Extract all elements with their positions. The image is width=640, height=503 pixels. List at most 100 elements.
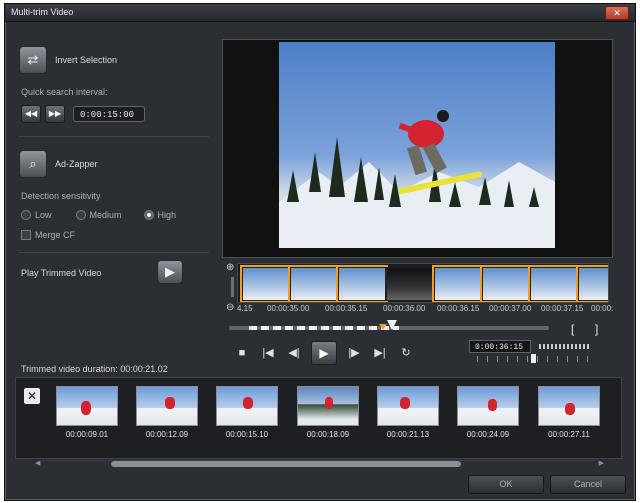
zoom-slider[interactable] — [231, 277, 234, 297]
ruler-time: 4.15 — [237, 304, 253, 313]
play-button[interactable]: ▶ — [311, 341, 337, 365]
detection-sensitivity-label: Detection sensitivity — [21, 191, 101, 201]
multi-trim-window: Multi-trim Video ✕ ⇄ Invert Selection Qu… — [4, 3, 636, 501]
clips-scrollbar[interactable]: ◀ ▶ — [35, 460, 604, 467]
zoom-out-icon[interactable]: ⊖ — [226, 302, 234, 313]
ok-button[interactable]: OK — [468, 475, 544, 494]
radio-high[interactable] — [143, 210, 154, 220]
trimmed-segments — [249, 326, 399, 330]
invert-selection-icon[interactable]: ⇄ — [19, 46, 47, 74]
clip-item[interactable]: 00:00:12.09 — [136, 386, 198, 439]
filmstrip-frame[interactable] — [432, 265, 484, 302]
ruler-time: 00:00:35.00 — [267, 304, 310, 313]
clip-item[interactable]: 00:00:21.13 — [377, 386, 439, 439]
clip-time: 00:00:24.09 — [466, 430, 510, 439]
cancel-button[interactable]: Cancel — [550, 475, 626, 494]
ad-zapper-row[interactable]: ⌕ Ad-Zapper — [19, 150, 98, 178]
clips-scrollbar-thumb[interactable] — [111, 461, 461, 467]
merge-cf-label: Merge CF — [35, 230, 76, 240]
zoom-in-icon[interactable]: ⊕ — [226, 262, 234, 273]
merge-cf-checkbox[interactable] — [21, 230, 31, 240]
radio-medium-label: Medium — [89, 210, 122, 220]
clip-time: 00:00:21.13 — [386, 430, 430, 439]
stop-icon[interactable]: ■ — [229, 343, 255, 363]
clip-time: 00:00:18.09 — [306, 430, 350, 439]
radio-medium[interactable] — [75, 210, 86, 220]
filmstrip-frame[interactable] — [576, 265, 608, 302]
snowboard-scene-image — [279, 110, 555, 248]
sensitivity-radio-group: Low Medium High — [21, 210, 176, 220]
divider — [19, 136, 209, 137]
clip-thumbnail[interactable] — [377, 386, 439, 426]
radio-low[interactable] — [21, 210, 31, 220]
filmstrip-time-ruler: 4.15 00:00:35.00 00:00:35.15 00:00:36.00… — [237, 304, 613, 318]
clip-thumbnail[interactable] — [56, 386, 118, 426]
next-frame-icon[interactable]: |▶ — [341, 343, 367, 363]
timecode-display[interactable]: 0:00:36:15 — [469, 340, 531, 353]
radio-high-label: High — [157, 210, 177, 220]
radio-low-label: Low — [35, 210, 52, 220]
filmstrip-frame[interactable] — [288, 265, 340, 302]
clip-thumbnail[interactable] — [297, 386, 359, 426]
clip-item[interactable]: 00:00:15.10 — [216, 386, 278, 439]
play-trimmed-video-button[interactable]: ▶ — [157, 260, 183, 284]
video-frame — [279, 42, 555, 248]
mark-in-button[interactable]: [ — [571, 322, 574, 336]
interval-spinner[interactable]: 0:00:15:00 — [73, 106, 145, 122]
clip-thumbnail[interactable] — [136, 386, 198, 426]
quick-search-controls: ◀◀ ▶▶ 0:00:15:00 — [21, 105, 145, 123]
repeat-icon[interactable]: ↻ — [393, 343, 419, 363]
ruler-time: 00:00:37.00 — [489, 304, 532, 313]
trimmed-clips-panel: ✕ 00:00:09.01 00:00:12.09 00:00:15.10 00… — [15, 377, 622, 459]
ruler-time: 00:00:35.15 — [325, 304, 368, 313]
clip-thumbnail[interactable] — [216, 386, 278, 426]
merge-cf-row[interactable]: Merge CF — [21, 230, 75, 240]
clip-time: 00:00:27.11 — [548, 430, 590, 439]
clip-thumbnail[interactable] — [457, 386, 519, 426]
shuttle-thumb[interactable] — [531, 354, 536, 363]
clip-time: 00:00:09.01 — [65, 430, 109, 439]
filmstrip-frame[interactable] — [528, 265, 580, 302]
window-title: Multi-trim Video — [11, 7, 74, 17]
close-button[interactable]: ✕ — [605, 6, 629, 20]
invert-selection-label: Invert Selection — [55, 55, 118, 65]
ruler-time: 00:00:36.15 — [437, 304, 480, 313]
ad-zapper-label: Ad-Zapper — [55, 159, 98, 169]
transport-controls: ■ |◀ ◀| ▶ |▶ ▶| ↻ — [229, 340, 419, 366]
scroll-left-icon[interactable]: ◀ — [35, 459, 40, 467]
filmstrip-frame[interactable] — [480, 265, 532, 302]
search-back-button[interactable]: ◀◀ — [21, 105, 41, 123]
clip-thumbnail[interactable] — [538, 386, 600, 426]
search-forward-button[interactable]: ▶▶ — [45, 105, 65, 123]
shuttle-ticks — [477, 356, 597, 362]
clip-item[interactable]: 00:00:24.09 — [457, 386, 519, 439]
divider — [19, 252, 209, 253]
delete-clip-button[interactable]: ✕ — [24, 388, 40, 404]
title-bar: Multi-trim Video ✕ — [5, 4, 635, 22]
clip-item[interactable]: 00:00:18.09 — [297, 386, 359, 439]
magnifier-icon[interactable]: ⌕ — [19, 150, 47, 178]
clip-item[interactable]: 00:00:27.11 — [538, 386, 600, 439]
previous-frame-icon[interactable]: ◀| — [281, 343, 307, 363]
filmstrip-frame[interactable] — [240, 265, 292, 302]
invert-selection-row[interactable]: ⇄ Invert Selection — [19, 46, 117, 74]
playhead-marker[interactable] — [379, 324, 387, 330]
filmstrip-frame[interactable] — [386, 267, 434, 301]
go-to-start-icon[interactable]: |◀ — [255, 343, 281, 363]
frame-filmstrip[interactable] — [237, 263, 609, 303]
clip-time: 00:00:15.10 — [225, 430, 269, 439]
clip-item[interactable]: 00:00:09.01 — [56, 386, 118, 439]
mark-out-button[interactable]: ] — [595, 322, 598, 336]
go-to-end-icon[interactable]: ▶| — [367, 343, 393, 363]
jog-slider[interactable] — [539, 344, 591, 349]
ruler-time: 00:00: — [591, 304, 614, 313]
filmstrip-frame[interactable] — [336, 265, 388, 302]
play-trimmed-video-label: Play Trimmed Video — [21, 268, 102, 278]
trim-scrub-bar[interactable] — [229, 320, 549, 330]
ruler-time: 00:00:37.15 — [541, 304, 584, 313]
ruler-time: 00:00:36.00 — [383, 304, 426, 313]
trimmed-duration-label: Trimmed video duration: 00:00:21.02 — [21, 364, 168, 374]
video-preview — [222, 39, 613, 258]
quick-search-interval-label: Quick search interval: — [21, 87, 108, 97]
scroll-right-icon[interactable]: ▶ — [599, 459, 604, 467]
